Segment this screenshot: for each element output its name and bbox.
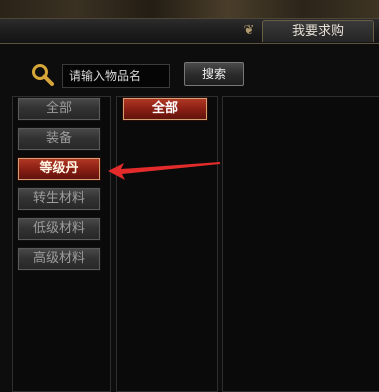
tab-buy-request[interactable]: 我要求购 xyxy=(262,20,374,42)
ornament-icon: ❦ xyxy=(243,23,255,38)
top-decorative-banner xyxy=(0,0,379,19)
item-list-panel xyxy=(222,96,379,392)
title-bar: ❦ 我要求购 xyxy=(0,18,379,44)
window-title: 我要求购 xyxy=(291,24,344,39)
buy-request-window: ❦ 我要求购 搜索 全部 装备 等级丹 转生材料 低级材料 高级材料 全部 xyxy=(0,0,379,392)
category-all-button[interactable]: 全部 xyxy=(17,97,101,121)
category-level-pill-button[interactable]: 等级丹 xyxy=(17,157,101,181)
subcategory-panel xyxy=(116,96,218,392)
search-button[interactable]: 搜索 xyxy=(184,62,244,86)
annotation-arrow-icon xyxy=(108,162,220,180)
category-equipment-button[interactable]: 装备 xyxy=(17,127,101,151)
search-input[interactable] xyxy=(62,64,170,88)
category-high-material-button[interactable]: 高级材料 xyxy=(17,247,101,271)
search-icon xyxy=(32,64,54,86)
category-rebirth-material-button[interactable]: 转生材料 xyxy=(17,187,101,211)
category-low-material-button[interactable]: 低级材料 xyxy=(17,217,101,241)
subcategory-all-button[interactable]: 全部 xyxy=(122,97,208,121)
